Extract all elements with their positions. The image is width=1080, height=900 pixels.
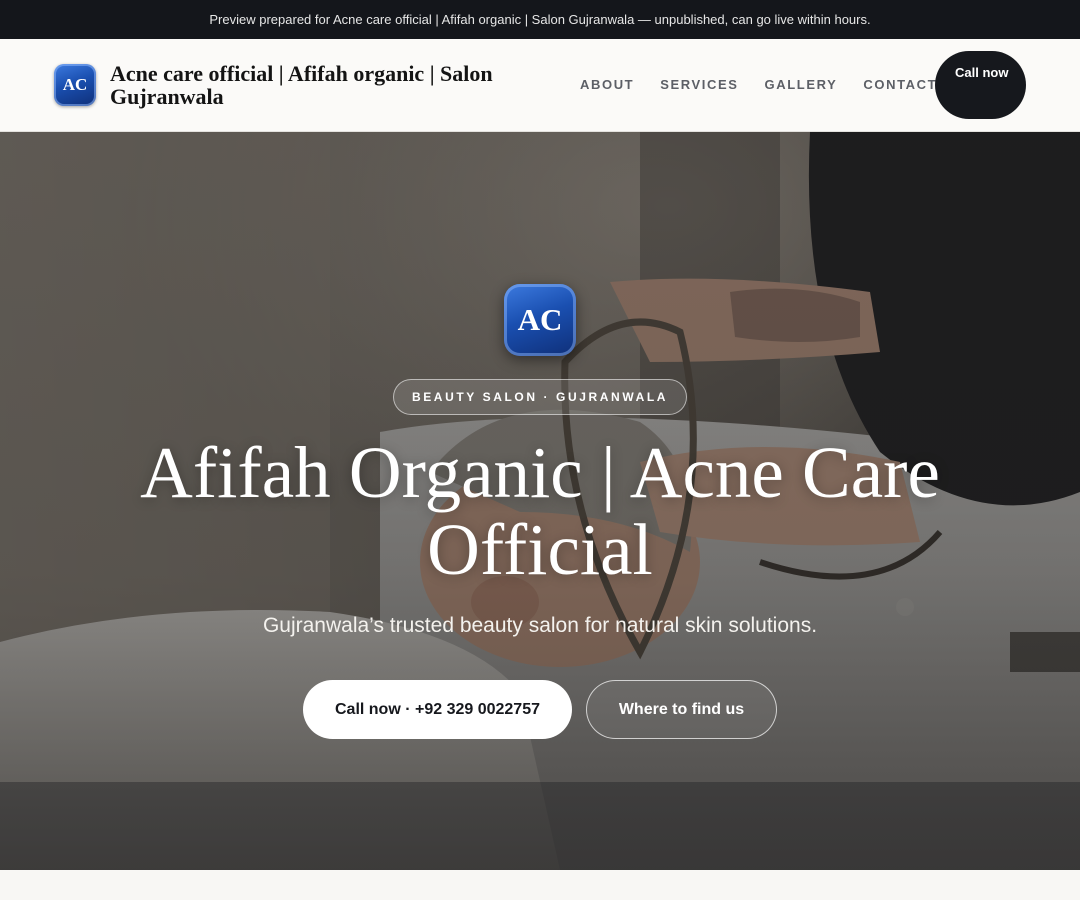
next-section xyxy=(0,870,1080,900)
logo-initials: AC xyxy=(62,75,88,94)
logo-icon[interactable]: AC xyxy=(54,64,96,106)
call-now-button[interactable]: Call now · +92 329 0022757 xyxy=(303,680,572,739)
hero-logo-icon: AC xyxy=(504,284,576,356)
header-call-button[interactable]: Call now xyxy=(935,51,1026,119)
brand-name[interactable]: Acne care official | Afifah organic | Sa… xyxy=(110,62,540,108)
site-header: AC Acne care official | Afifah organic |… xyxy=(0,39,1080,132)
nav-link-contact[interactable]: CONTACT xyxy=(863,77,937,93)
category-badge: BEAUTY SALON · GUJRANWALA xyxy=(393,379,687,415)
nav-link-about[interactable]: ABOUT xyxy=(580,77,634,93)
nav-link-services[interactable]: SERVICES xyxy=(660,77,738,93)
hero-title: Afifah Organic | Acne Care Official xyxy=(140,432,940,590)
nav-link-gallery[interactable]: GALLERY xyxy=(765,77,838,93)
hero-logo-initials: AC xyxy=(517,302,563,337)
preview-banner-text: Preview prepared for Acne care official … xyxy=(209,12,871,27)
hero-subtitle: Gujranwala’s trusted beauty salon for na… xyxy=(262,614,818,637)
hero-section: AC BEAUTY SALON · GUJRANWALA Afifah Orga… xyxy=(0,132,1080,870)
preview-banner: Preview prepared for Acne care official … xyxy=(0,0,1080,39)
main-nav: ABOUT SERVICES GALLERY CONTACT xyxy=(580,77,937,93)
find-us-button[interactable]: Where to find us xyxy=(586,680,777,739)
